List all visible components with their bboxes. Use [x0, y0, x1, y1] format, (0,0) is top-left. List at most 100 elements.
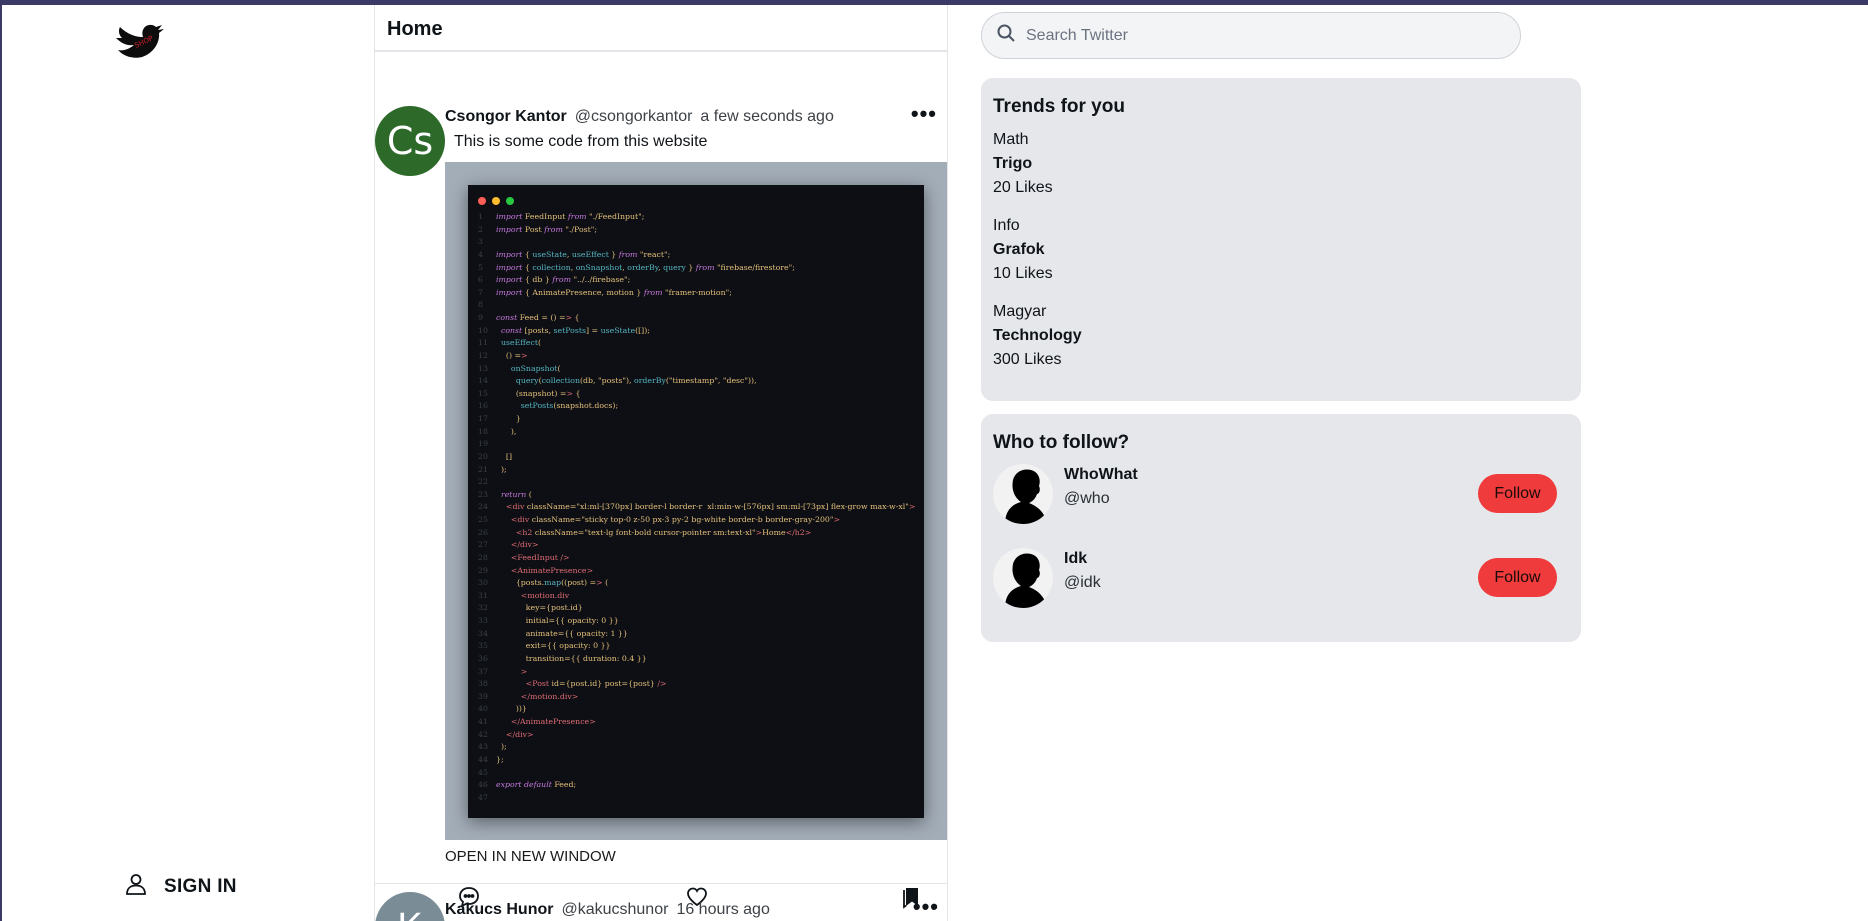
- avatar[interactable]: [993, 548, 1053, 608]
- trend-item[interactable]: Magyar Technology 300 Likes: [993, 300, 1569, 372]
- code-line: 9 const Feed = () => {: [478, 312, 914, 325]
- line-number: 1: [478, 212, 483, 221]
- code-text: []: [496, 451, 512, 461]
- code-line: 29 <AnimatePresence>: [478, 565, 914, 578]
- code-line: 42 </div>: [478, 729, 914, 742]
- code-text: import FeedInput from "./FeedInput";: [496, 212, 645, 221]
- line-number: 23: [478, 489, 488, 499]
- code-text: <AnimatePresence>: [510, 565, 594, 575]
- page-title[interactable]: Home: [387, 18, 935, 41]
- follow-suggestion: WhoWhat @who Follow: [993, 464, 1569, 548]
- line-number: 22: [478, 477, 488, 487]
- open-in-new-window-link[interactable]: OPEN IN NEW WINDOW: [445, 848, 616, 865]
- line-number: 47: [478, 792, 488, 802]
- code-line: 12 () =>: [478, 350, 914, 363]
- search-bar[interactable]: [981, 12, 1521, 59]
- line-number: 39: [478, 691, 488, 701]
- line-number: 16: [478, 401, 488, 411]
- code-line: 26 <h2 className="text-lg font-bold curs…: [478, 527, 914, 540]
- code-text: ),: [496, 426, 517, 436]
- trend-category: Magyar: [993, 303, 1047, 320]
- code-text: import Post from "./Post";: [496, 224, 598, 234]
- line-number: 18: [478, 426, 488, 436]
- code-line: 43 );: [478, 741, 914, 754]
- line-number: 21: [478, 464, 488, 474]
- trend-likes: 20 Likes: [993, 179, 1053, 196]
- line-number: 42: [478, 729, 488, 739]
- follow-user-name[interactable]: WhoWhat: [1064, 466, 1138, 484]
- post-image[interactable]: 1 import FeedInput from "./FeedInput"; 2 im…: [445, 162, 947, 840]
- code-text: </AnimatePresence>: [510, 717, 596, 726]
- post-author-name[interactable]: Csongor Kantor: [445, 108, 567, 126]
- code-text: useEffect(: [500, 338, 541, 348]
- line-number: 32: [478, 603, 488, 613]
- code-line: 36 transition={{ duration: 0.4 }}: [478, 653, 914, 666]
- line-number: 17: [478, 414, 488, 423]
- trend-likes: 10 Likes: [993, 265, 1053, 282]
- sign-in-button[interactable]: SIGN IN: [124, 872, 237, 901]
- trend-item[interactable]: Math Trigo 20 Likes: [993, 128, 1569, 200]
- code-text: <h2 className="text-lg font-bold cursor-…: [515, 527, 812, 537]
- line-number: 36: [478, 653, 488, 663]
- feed-header: Home: [375, 5, 947, 51]
- code-line: 14 query(collection(db, "posts"), orderB…: [478, 375, 914, 388]
- code-line: 4 import { useState, useEffect } from "re…: [478, 249, 914, 262]
- avatar[interactable]: K: [375, 892, 445, 921]
- more-dots-icon[interactable]: •••: [911, 103, 937, 125]
- line-number: 30: [478, 578, 488, 588]
- code-line: 2 import Post from "./Post";: [478, 224, 914, 237]
- code-line: 33 initial={{ opacity: 0 }}: [478, 615, 914, 628]
- line-number: 12: [478, 350, 488, 360]
- trend-category: Math: [993, 131, 1029, 148]
- code-line: 20 []: [478, 451, 914, 464]
- line-number: 31: [478, 590, 488, 600]
- code-line: 47: [478, 792, 914, 805]
- who-to-follow-panel: Who to follow? WhoWhat @who Follow Idk @…: [981, 414, 1581, 642]
- line-number: 40: [478, 704, 488, 714]
- code-line: 15 (snapshot) => {: [478, 388, 914, 401]
- trend-topic: Grafok: [993, 241, 1045, 258]
- code-text: query(collection(db, "posts"), orderBy("…: [515, 376, 757, 386]
- code-text: );: [496, 742, 507, 752]
- search-icon: [996, 23, 1016, 48]
- post-author-name[interactable]: Kakucs Hunor: [445, 901, 553, 919]
- code-line: 11 useEffect(: [478, 337, 914, 350]
- code-line: 41 </AnimatePresence>: [478, 716, 914, 729]
- follow-button[interactable]: Follow: [1478, 558, 1557, 597]
- line-number: 8: [478, 300, 483, 310]
- code-line: 38 <Post id={post.id} post={post} />: [478, 678, 914, 691]
- code-line: 30 {posts.map((post) => (: [478, 577, 914, 590]
- line-number: 34: [478, 628, 488, 638]
- follow-user-name[interactable]: Idk: [1064, 550, 1087, 568]
- code-line: 24 <div className="xl:ml-[370px] border-…: [478, 501, 915, 514]
- twitter-bird-icon[interactable]: SHOP: [114, 24, 164, 70]
- line-number: 11: [478, 338, 488, 348]
- line-number: 13: [478, 363, 488, 373]
- feed-column: Home Cs Csongor Kantor @csongorkantor a …: [374, 5, 948, 921]
- code-line: 8: [478, 299, 914, 312]
- line-number: 29: [478, 565, 488, 575]
- code-screenshot: 1 import FeedInput from "./FeedInput"; 2 im…: [468, 185, 924, 818]
- line-number: 3: [478, 237, 483, 247]
- line-number: 37: [478, 666, 488, 676]
- code-line: 5 import { collection, onSnapshot, orderB…: [478, 262, 914, 275]
- code-text: ))}: [496, 704, 527, 714]
- code-text: };: [496, 754, 504, 764]
- avatar[interactable]: Cs: [375, 106, 445, 176]
- trend-category: Info: [993, 217, 1020, 234]
- more-dots-icon[interactable]: •••: [913, 896, 939, 918]
- zoom-dot-icon: [506, 197, 514, 205]
- code-text: initial={{ opacity: 0 }}: [496, 616, 619, 625]
- code-line: 45: [478, 767, 914, 780]
- code-line: 22: [478, 476, 914, 489]
- trend-item[interactable]: Info Grafok 10 Likes: [993, 214, 1569, 286]
- post-text: This is some code from this website: [454, 133, 708, 150]
- sign-in-label: SIGN IN: [164, 875, 237, 897]
- avatar[interactable]: [993, 464, 1053, 524]
- user-icon: [124, 872, 148, 901]
- line-number: 10: [478, 325, 488, 335]
- follow-button[interactable]: Follow: [1478, 474, 1557, 513]
- search-input[interactable]: [1026, 26, 1486, 45]
- code-text: const [posts, setPosts] = useState([]);: [500, 325, 650, 335]
- code-text: return (: [500, 489, 532, 499]
